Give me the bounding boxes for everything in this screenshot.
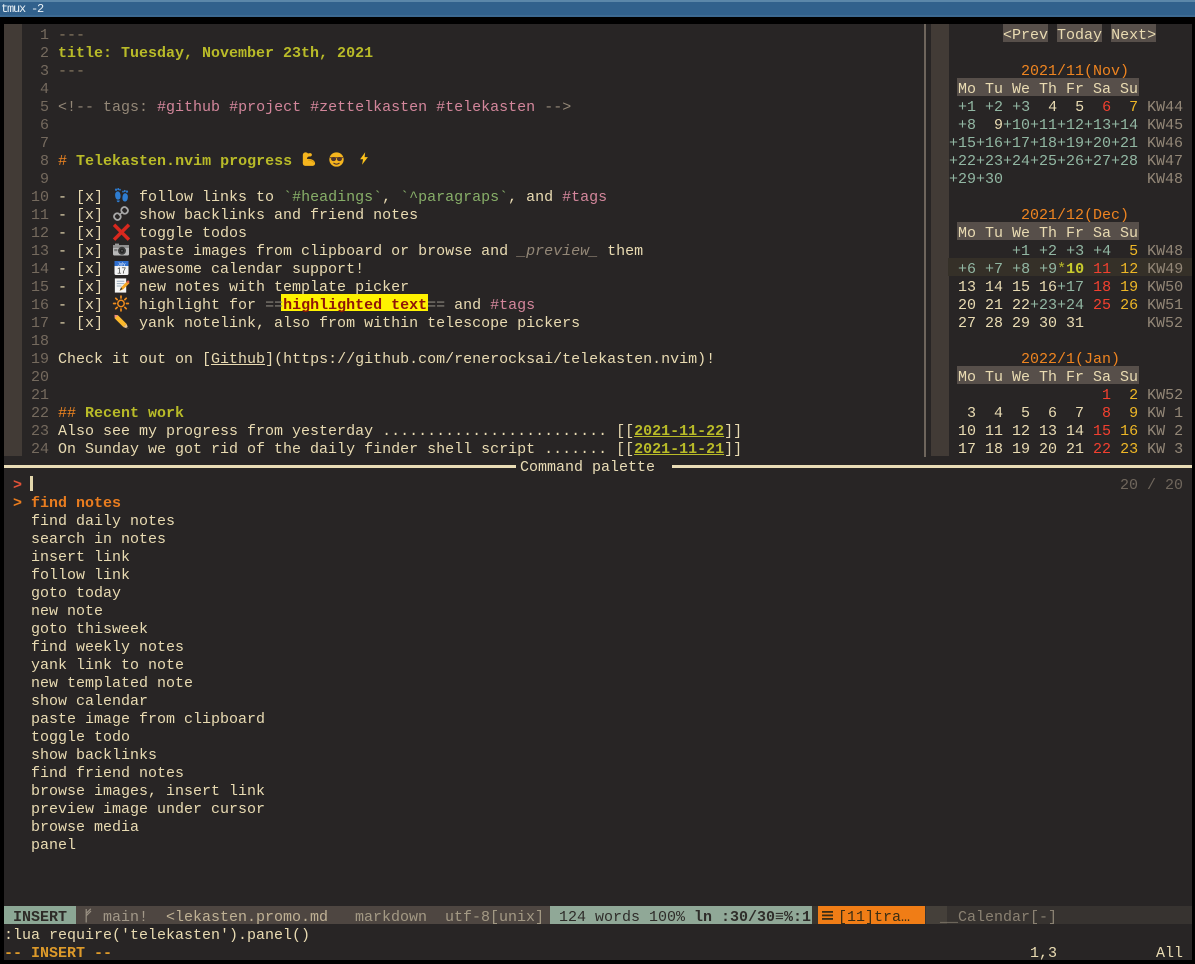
svg-text:17: 17 xyxy=(117,267,126,276)
